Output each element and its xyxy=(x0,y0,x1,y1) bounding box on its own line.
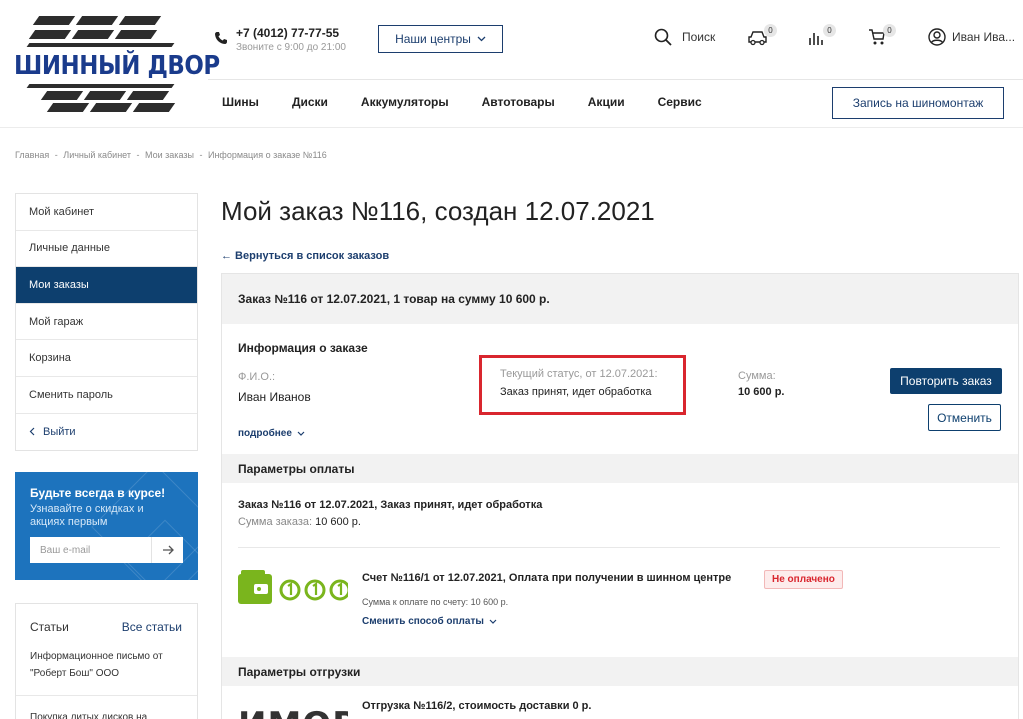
main-nav: Шины Диски Аккумуляторы Автотовары Акции… xyxy=(222,95,735,109)
fio-label: Ф.И.О.: xyxy=(238,371,276,383)
subscribe-submit-button[interactable] xyxy=(151,537,183,563)
payment-order-sum-label: Сумма заказа: xyxy=(238,516,313,528)
nav-batteries[interactable]: Аккумуляторы xyxy=(361,95,449,109)
payment-order-sum-value: 10 600 р. xyxy=(315,516,361,528)
more-details-link[interactable]: подробнее xyxy=(238,428,305,439)
garage-count-badge: 0 xyxy=(764,24,777,37)
breadcrumb-sep: - xyxy=(199,150,203,160)
sidebar-item-cabinet[interactable]: Мой кабинет xyxy=(16,194,197,231)
sidebar-item-logout[interactable]: Выйти xyxy=(16,414,197,451)
user-menu[interactable]: Иван Ива... xyxy=(928,28,1015,46)
page-title: Мой заказ №116, создан 12.07.2021 xyxy=(221,196,655,226)
logout-label: Выйти xyxy=(43,425,76,438)
chevron-down-icon xyxy=(489,619,497,624)
articles-block: Статьи Все статьи Информационное письмо … xyxy=(15,603,198,719)
shipping-title: Параметры отгрузки xyxy=(238,665,361,679)
change-payment-label: Сменить способ оплаты xyxy=(362,616,484,627)
phone-hours: Звоните с 9:00 до 21:00 xyxy=(236,42,346,53)
invoice-title: Счет №116/1 от 12.07.2021, Оплата при по… xyxy=(362,572,732,584)
breadcrumb-current: Информация о заказе №116 xyxy=(207,150,327,160)
compare-button[interactable]: 0 xyxy=(808,24,836,49)
invoice-status-badge: Не оплачено xyxy=(764,570,843,589)
status-value: Заказ принят, идет обработка xyxy=(500,386,652,398)
our-centers-label: Наши центры xyxy=(395,32,471,46)
compare-count-badge: 0 xyxy=(823,24,836,37)
cart-button[interactable]: 0 xyxy=(868,24,896,49)
user-name: Иван Ива... xyxy=(952,30,1016,44)
chevron-down-icon xyxy=(477,36,486,42)
search-label: Поиск xyxy=(682,30,716,44)
breadcrumb-orders[interactable]: Мои заказы xyxy=(145,150,194,160)
order-info-title: Информация о заказе xyxy=(238,341,368,355)
cancel-order-button[interactable]: Отменить xyxy=(928,404,1001,431)
back-to-orders-link[interactable]: ← Вернуться в список заказов xyxy=(221,250,389,262)
breadcrumb-home[interactable]: Главная xyxy=(15,150,49,160)
payment-order-sum: Сумма заказа: 10 600 р. xyxy=(238,516,361,528)
sidebar-item-change-password[interactable]: Сменить пароль xyxy=(16,377,197,414)
all-articles-link[interactable]: Все статьи xyxy=(122,620,182,634)
sum-value: 10 600 р. xyxy=(738,386,785,398)
sidebar-item-my-garage[interactable]: Мой гараж xyxy=(16,304,197,341)
our-centers-button[interactable]: Наши центры xyxy=(378,25,503,53)
site-logo[interactable]: ШИННЫЙ ДВОР xyxy=(14,14,220,112)
newsletter-block: Будьте всегда в курсе! Узнавайте о скидк… xyxy=(15,472,198,580)
shipping-section-header: Параметры отгрузки xyxy=(222,657,1018,686)
email-field[interactable] xyxy=(30,538,150,562)
user-icon xyxy=(928,28,946,46)
sidebar-item-cart[interactable]: Корзина xyxy=(16,340,197,377)
order-summary-header: Заказ №116 от 12.07.2021, 1 товар на сум… xyxy=(222,274,1018,324)
chevron-down-icon xyxy=(297,431,305,436)
sidebar-item-personal-data[interactable]: Личные данные xyxy=(16,231,197,268)
order-summary: Заказ №116 от 12.07.2021, 1 товар на сум… xyxy=(238,292,550,306)
payment-title: Параметры оплаты xyxy=(238,462,355,476)
email-field-wrap xyxy=(30,537,183,563)
logo-text: ШИННЫЙ ДВОР xyxy=(14,51,220,81)
more-details-label: подробнее xyxy=(238,428,292,439)
tire-service-booking-button[interactable]: Запись на шиномонтаж xyxy=(832,87,1004,119)
order-card: Заказ №116 от 12.07.2021, 1 товар на сум… xyxy=(221,273,1019,719)
articles-title: Статьи xyxy=(30,620,69,634)
search-button[interactable]: Поиск xyxy=(654,28,715,46)
breadcrumb-sep: - xyxy=(136,150,140,160)
nav-service[interactable]: Сервис xyxy=(658,95,702,109)
repeat-order-button[interactable]: Повторить заказ xyxy=(890,368,1002,394)
newsletter-text: Узнавайте о скидках и акциях первым xyxy=(30,503,144,528)
article-link[interactable]: Покупка литых дисков на xyxy=(30,709,190,719)
search-icon xyxy=(654,28,672,46)
phone-number[interactable]: +7 (4012) 77-77-55 xyxy=(236,26,339,40)
status-highlight-frame xyxy=(479,355,686,415)
header-divider xyxy=(208,79,1023,80)
nav-tires[interactable]: Шины xyxy=(222,95,259,109)
nav-wheels[interactable]: Диски xyxy=(292,95,328,109)
sum-label: Сумма: xyxy=(738,370,776,382)
sidebar-item-my-orders[interactable]: Мои заказы xyxy=(16,267,197,304)
newsletter-title: Будьте всегда в курсе! xyxy=(30,486,166,500)
shipping-logo: ИМОВ xyxy=(238,702,348,719)
shipment-line: Отгрузка №116/2, стоимость доставки 0 р. xyxy=(362,700,592,712)
breadcrumb: Главная - Личный кабинет - Мои заказы - … xyxy=(15,150,330,160)
breadcrumb-account[interactable]: Личный кабинет xyxy=(63,150,131,160)
nav-auto-goods[interactable]: Автотовары xyxy=(482,95,555,109)
article-link[interactable]: Информационное письмо от "Роберт Бош" ОО… xyxy=(30,648,190,682)
payment-section-header: Параметры оплаты xyxy=(222,454,1018,483)
nav-promotions[interactable]: Акции xyxy=(588,95,625,109)
chevron-left-icon xyxy=(29,427,35,436)
garage-button[interactable]: 0 xyxy=(747,24,777,49)
payment-divider xyxy=(238,547,1000,548)
invoice-sum: Сумма к оплате по счету: 10 600 р. xyxy=(362,597,509,607)
shipping-logo-text: ИМОВ xyxy=(238,708,348,719)
change-payment-method-link[interactable]: Сменить способ оплаты xyxy=(362,616,497,627)
account-menu: Мой кабинет Личные данные Мои заказы Мой… xyxy=(15,193,198,452)
breadcrumb-sep: - xyxy=(54,150,58,160)
cash-payment-icon xyxy=(238,570,348,604)
phone-icon xyxy=(215,32,227,44)
fio-value: Иван Иванов xyxy=(238,390,311,404)
cart-count-badge: 0 xyxy=(883,24,896,37)
articles-divider xyxy=(16,695,197,696)
header-bottom-divider xyxy=(0,127,1023,128)
payment-order-line: Заказ №116 от 12.07.2021, Заказ принят, … xyxy=(238,499,543,511)
arrow-right-icon xyxy=(162,545,174,555)
status-label: Текущий статус, от 12.07.2021: xyxy=(500,368,658,380)
